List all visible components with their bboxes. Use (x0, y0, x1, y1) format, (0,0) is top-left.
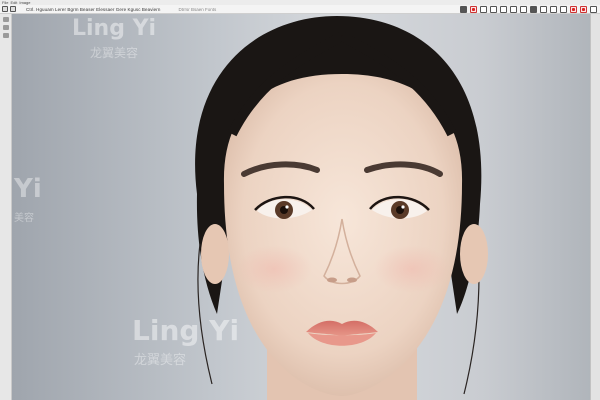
pen-icon[interactable] (480, 6, 487, 13)
settings-icon[interactable] (530, 6, 537, 13)
info-icon[interactable] (560, 6, 567, 13)
watermark-brand-lower: Ling Yi (132, 314, 240, 347)
record-icon[interactable] (580, 6, 587, 13)
tool-icon[interactable] (2, 33, 9, 38)
options-toolbar: Ctrl. Hguuam Lerer Bgrm Beaser Elessaer … (0, 5, 600, 14)
toolbar-right-icons (460, 6, 597, 13)
watermark-cn-short: 美容 (14, 213, 34, 224)
portrait-image (195, 16, 488, 400)
tool-icon[interactable] (2, 17, 9, 22)
watermark-cn: 龙翼美容 (90, 46, 139, 60)
crop-icon[interactable] (490, 6, 497, 13)
toolbar-status-text: Dtrrsr Bsaen Fonts (178, 6, 217, 12)
tool-icon[interactable] (2, 25, 9, 30)
brush-icon[interactable] (460, 6, 467, 13)
tool-palette (0, 14, 12, 400)
watermark-brand-short: Yi (14, 174, 42, 204)
watermark-cn-lower: 龙翼美容 (134, 353, 187, 368)
image-canvas[interactable]: Ling Yi 龙翼美容 Yi 美容 Ling Yi 龙翼美容 (12, 14, 600, 400)
toolbar-left-icons (2, 6, 16, 12)
vertical-scrollbar[interactable] (590, 14, 600, 400)
dropper-icon[interactable] (540, 6, 547, 13)
color-icon[interactable] (550, 6, 557, 13)
window-icon[interactable] (590, 6, 597, 13)
layers-icon[interactable] (500, 6, 507, 13)
toolbar-options-text: Ctrl. Hguuam Lerer Bgrm Beaser Elessaer … (26, 6, 161, 12)
marquee-tool-icon[interactable] (10, 6, 16, 12)
alert-icon[interactable] (570, 6, 577, 13)
grid-icon[interactable] (510, 6, 517, 13)
stamp-icon[interactable] (470, 6, 477, 13)
move-tool-icon[interactable] (2, 6, 8, 12)
history-icon[interactable] (520, 6, 527, 13)
watermark-brand: Ling Yi (72, 16, 157, 41)
